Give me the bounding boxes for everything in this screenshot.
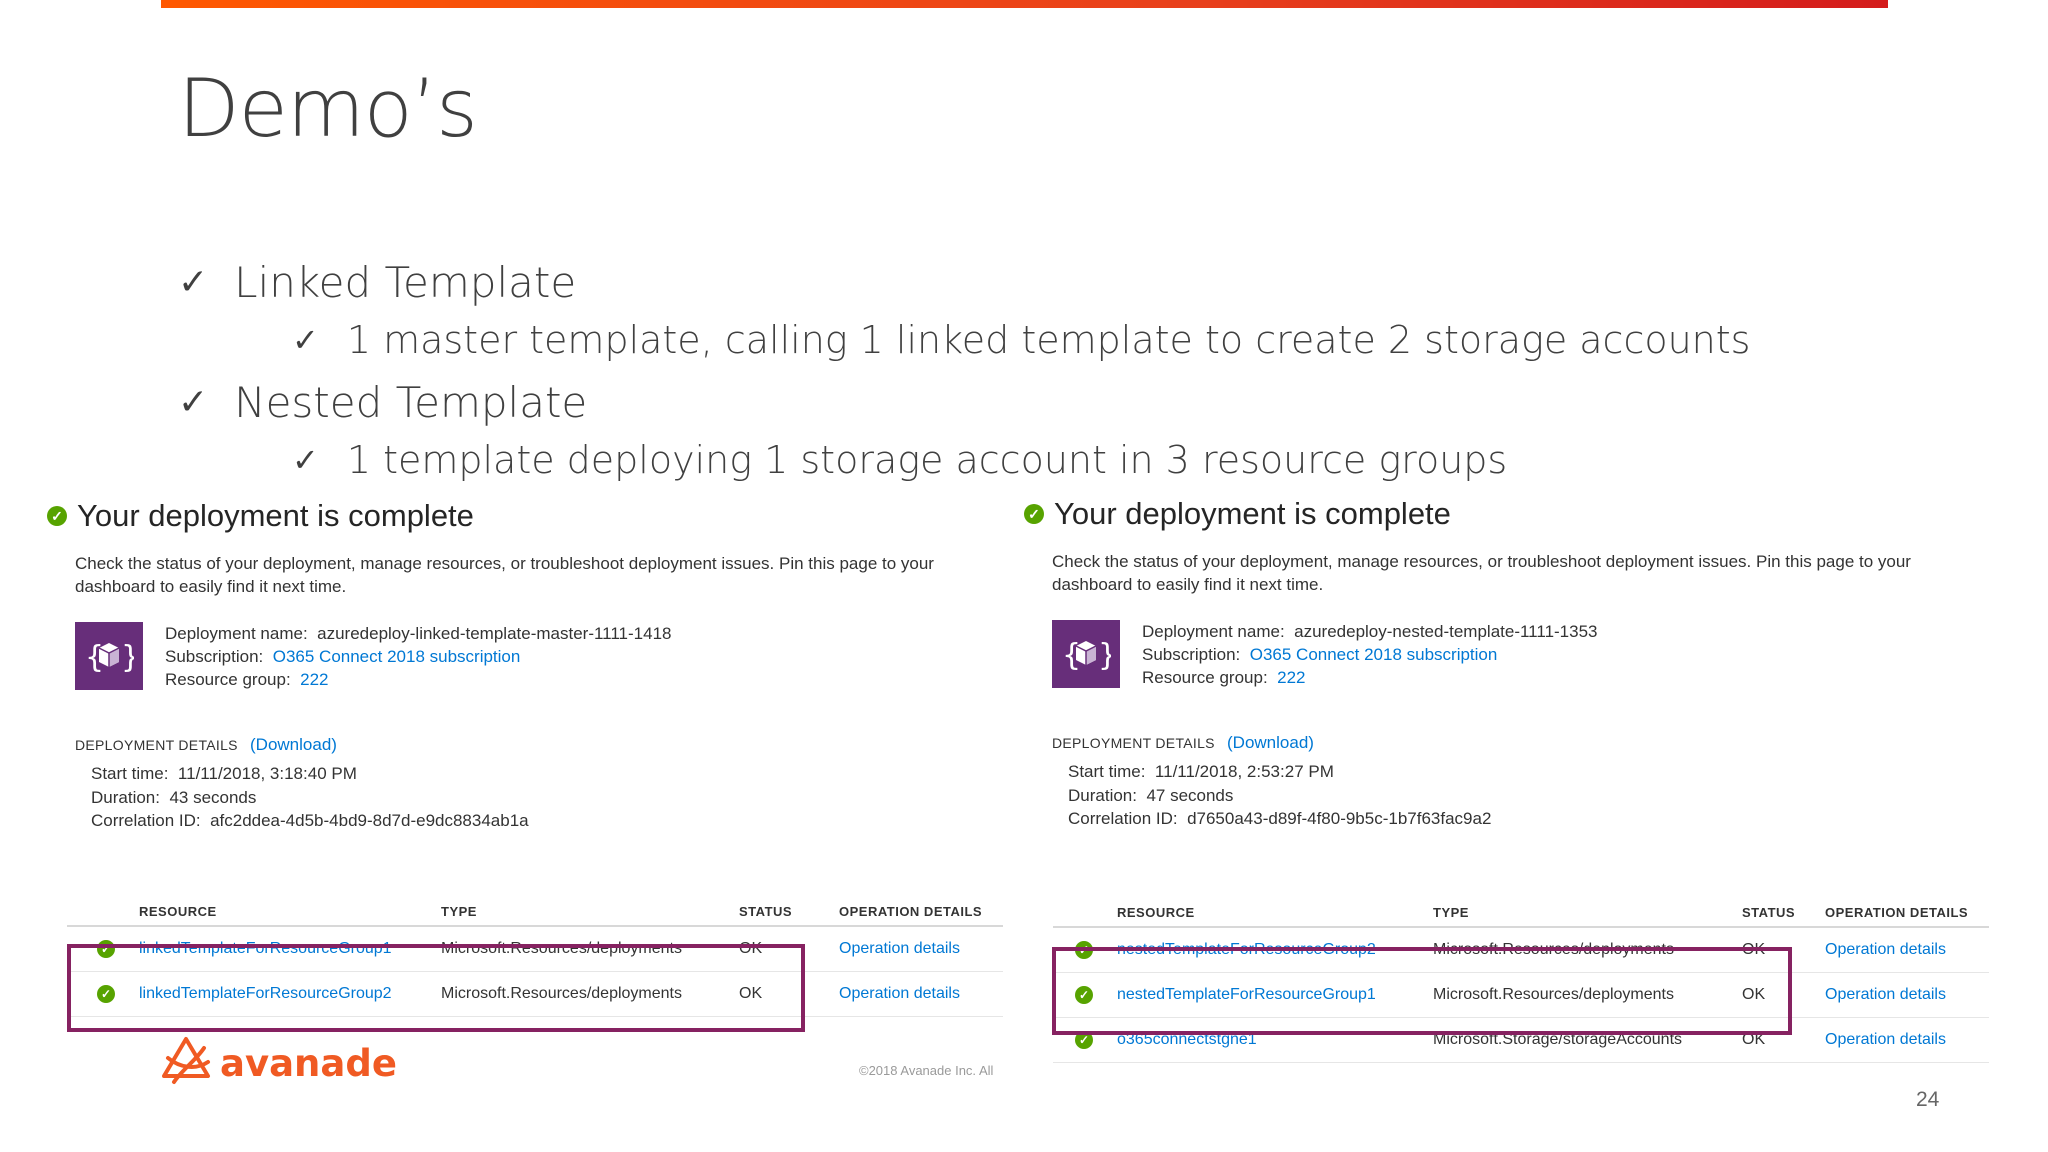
deployment-panel-linked: ✓ Your deployment is complete Check the … [47, 498, 1005, 833]
checkmark-icon: ✓ [178, 262, 209, 303]
sub-bullet-linked: ✓ 1 master template, calling 1 linked te… [292, 318, 1751, 362]
column-status: STATUS [739, 897, 839, 927]
slide-title: Demo’s [178, 62, 478, 155]
operation-details-link[interactable]: Operation details [839, 985, 960, 1002]
deployment-details: Start time: 11/11/2018, 3:18:40 PM Durat… [91, 764, 529, 830]
correlation-id: afc2ddea-4d5b-4bd9-8d7d-e9dc8834ab1a [210, 811, 529, 830]
top-accent-bar [161, 0, 1888, 8]
column-status: STATUS [1742, 898, 1825, 928]
panel-description: Check the status of your deployment, man… [75, 554, 934, 596]
deployment-info: { } Deployment name: azuredeploy-linked-… [75, 622, 1005, 691]
resource-group-link[interactable]: 222 [1277, 668, 1305, 687]
deployment-name: azuredeploy-nested-template-1111-1353 [1294, 622, 1598, 641]
duration: 47 seconds [1146, 785, 1234, 805]
cube-braces-icon: { } [1052, 620, 1120, 688]
bullet-linked-template: ✓ Linked Template [178, 258, 577, 307]
deployment-details-heading: DEPLOYMENT DETAILS (Download) [75, 735, 337, 754]
deployment-name: azuredeploy-linked-template-master-1111-… [317, 624, 672, 643]
deployment-info: { } Deployment name: azuredeploy-nested-… [1052, 620, 1982, 689]
operation-details-link[interactable]: Operation details [1825, 1031, 1946, 1048]
copyright-text: ©2018 Avanade Inc. All [859, 1063, 994, 1078]
highlight-box [67, 944, 805, 1032]
correlation-id: d7650a43-d89f-4f80-9b5c-1b7f63fac9a2 [1187, 809, 1492, 828]
table-header: RESOURCE TYPE STATUS OPERATION DETAILS [1053, 898, 1989, 928]
check-circle-icon: ✓ [47, 506, 67, 526]
column-operation-details: OPERATION DETAILS [839, 897, 1003, 927]
panel-title: Your deployment is complete [1054, 496, 1451, 531]
checkmark-icon: ✓ [292, 441, 319, 479]
checkmark-icon: ✓ [292, 321, 319, 359]
start-time: 11/11/2018, 3:18:40 PM [177, 764, 357, 783]
check-circle-icon: ✓ [1024, 504, 1044, 524]
panel-header: ✓ Your deployment is complete [47, 498, 1005, 534]
operation-details-link[interactable]: Operation details [1825, 986, 1946, 1003]
column-resource: RESOURCE [139, 897, 441, 927]
cube-braces-icon: { } [75, 622, 143, 690]
start-time: 11/11/2018, 2:53:27 PM [1154, 762, 1334, 781]
resource-group-link[interactable]: 222 [300, 670, 328, 689]
bullet-nested-template: ✓ Nested Template [178, 378, 588, 427]
resource-group-row: Resource group: 222 [1142, 668, 1306, 687]
deployment-panel-nested: ✓ Your deployment is complete Check the … [1024, 496, 1982, 831]
highlight-box [1052, 947, 1792, 1035]
operation-details-link[interactable]: Operation details [839, 940, 960, 957]
column-type: TYPE [1433, 898, 1742, 928]
deployment-details: Start time: 11/11/2018, 2:53:27 PM Durat… [1068, 762, 1492, 828]
subscription-row: Subscription: O365 Connect 2018 subscrip… [1142, 645, 1498, 664]
download-link[interactable]: (Download) [250, 735, 337, 754]
panel-description: Check the status of your deployment, man… [1052, 552, 1911, 594]
checkmark-icon: ✓ [178, 382, 209, 423]
deployment-name-row: Deployment name: azuredeploy-linked-temp… [165, 624, 672, 643]
operation-details-link[interactable]: Operation details [1825, 941, 1946, 958]
svg-text:}: } [121, 640, 134, 675]
column-operation-details: OPERATION DETAILS [1825, 898, 1989, 928]
deployment-name-row: Deployment name: azuredeploy-nested-temp… [1142, 622, 1598, 641]
table-header: RESOURCE TYPE STATUS OPERATION DETAILS [67, 897, 1003, 927]
column-type: TYPE [441, 897, 739, 927]
panel-title: Your deployment is complete [77, 498, 474, 533]
duration: 43 seconds [169, 787, 257, 807]
sub-bullet-nested: ✓ 1 template deploying 1 storage account… [292, 438, 1508, 482]
subscription-link[interactable]: O365 Connect 2018 subscription [273, 647, 521, 666]
avanade-logo: avanade [160, 1036, 397, 1091]
resource-group-row: Resource group: 222 [165, 670, 329, 689]
download-link[interactable]: (Download) [1227, 733, 1314, 752]
page-number: 24 [1916, 1088, 1940, 1111]
svg-text:}: } [1098, 638, 1111, 673]
avanade-logo-icon [160, 1036, 212, 1091]
panel-header: ✓ Your deployment is complete [1024, 496, 1982, 532]
subscription-row: Subscription: O365 Connect 2018 subscrip… [165, 647, 521, 666]
subscription-link[interactable]: O365 Connect 2018 subscription [1250, 645, 1498, 664]
column-resource: RESOURCE [1117, 898, 1433, 928]
deployment-details-heading: DEPLOYMENT DETAILS (Download) [1052, 733, 1314, 752]
logo-text: avanade [220, 1042, 397, 1085]
